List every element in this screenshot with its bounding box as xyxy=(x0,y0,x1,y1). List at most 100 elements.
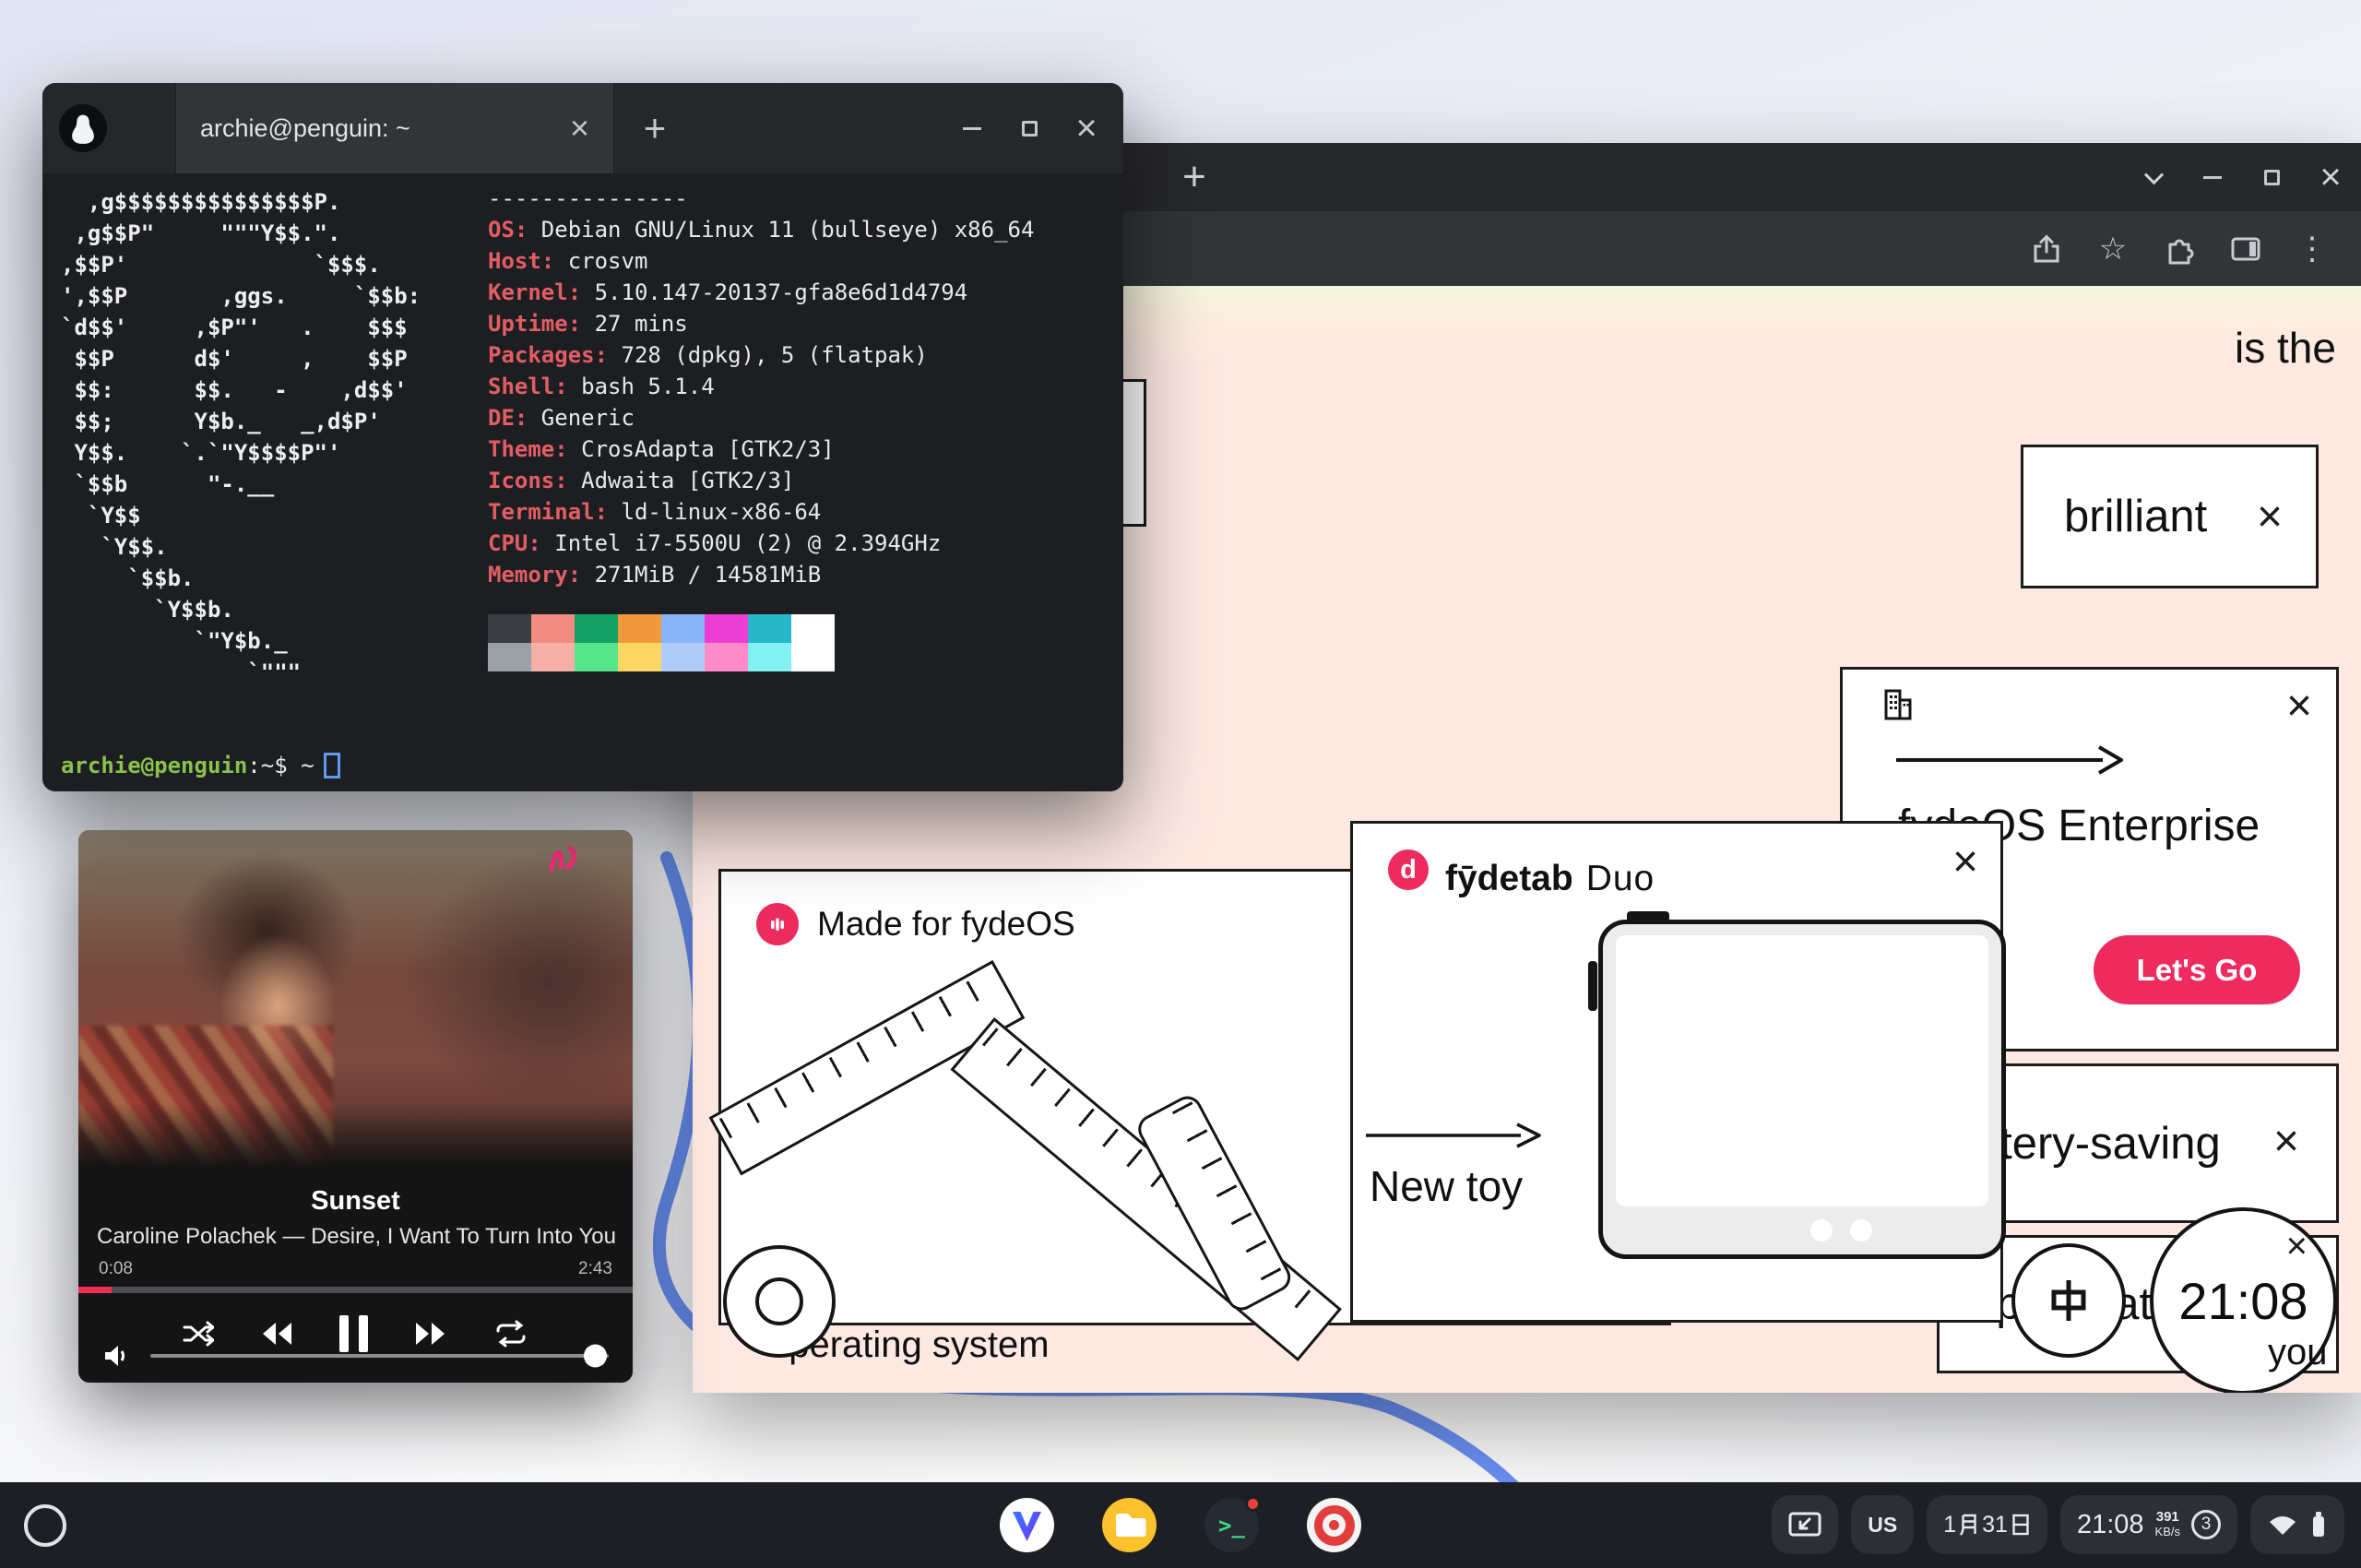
ruler-illustration xyxy=(950,1017,1341,1361)
close-icon[interactable]: × xyxy=(2273,1120,2299,1164)
fydetab-model: Duo xyxy=(1586,859,1655,899)
terminal-tab-title: archie@penguin: ~ xyxy=(200,114,555,143)
right-arrow-icon xyxy=(1894,742,2127,778)
screen-capture-icon xyxy=(1788,1511,1821,1538)
new-tab-button[interactable]: + xyxy=(1165,143,1224,211)
tab-search-button[interactable] xyxy=(2136,151,2171,203)
brilliant-card: brilliant × xyxy=(2021,445,2319,588)
clock-time: 21:08 xyxy=(2178,1271,2308,1331)
neofetch-info: ---------------OS: Debian GNU/Linux 11 (… xyxy=(488,183,1034,590)
vinyl-record-icon xyxy=(1314,1505,1355,1546)
lets-go-button[interactable]: Let's Go xyxy=(2094,935,2300,1004)
prompt-typed-text: ~ xyxy=(301,753,314,778)
wifi-icon xyxy=(2267,1512,2298,1538)
screen-capture-button[interactable] xyxy=(1772,1495,1838,1554)
taskbar-item-fydeos-browser[interactable] xyxy=(1000,1498,1054,1552)
close-icon[interactable]: × xyxy=(2286,684,2312,729)
volume-slider[interactable] xyxy=(150,1354,609,1358)
close-icon[interactable]: × xyxy=(2286,1228,2308,1265)
volume-icon[interactable] xyxy=(102,1344,130,1368)
browser-minimize-button[interactable] xyxy=(2195,151,2230,203)
terminal-maximize-button[interactable] xyxy=(1011,102,1048,154)
music-player: Sunset Caroline Polachek — Desire, I Wan… xyxy=(78,830,633,1383)
date-month-number: 1 xyxy=(1943,1512,1956,1538)
browser-menu-icon[interactable]: ⋮ xyxy=(2295,232,2330,267)
album-art xyxy=(78,830,633,1168)
headline-fragment: is the xyxy=(2235,323,2336,373)
extensions-icon[interactable] xyxy=(2162,232,2197,267)
player-progress-fill xyxy=(78,1287,112,1293)
terminal-close-button[interactable]: × xyxy=(1068,102,1105,154)
browser-close-button[interactable]: × xyxy=(2313,151,2348,203)
headline-fragment: you xyxy=(2268,1332,2328,1373)
taskbar: >_ US 1 31 xyxy=(0,1482,2361,1568)
fydeos-browser-icon xyxy=(1000,1498,1054,1552)
track-artist-album: Caroline Polachek — Desire, I Want To Tu… xyxy=(78,1224,633,1250)
terminal-title-bar: archie@penguin: ~ × + × xyxy=(42,83,1123,173)
new-toy-label: New toy xyxy=(1370,1161,1523,1211)
album-art-texture xyxy=(78,1026,333,1168)
neofetch-field: Shell: bash 5.1.4 xyxy=(488,371,1034,402)
close-icon[interactable]: × xyxy=(2257,495,2283,540)
terminal-palette xyxy=(488,614,835,671)
battery-icon xyxy=(2309,1510,2328,1539)
terminal-output[interactable]: ,g$$$$$$$$$$$$$$$P. ,g$$P" """Y$$.". ,$$… xyxy=(42,173,1123,791)
keyboard-layout-button[interactable]: US xyxy=(1851,1495,1914,1554)
day-kanji-icon xyxy=(2011,1513,2031,1537)
close-icon[interactable]: × xyxy=(1952,840,1978,885)
made-for-fydeos-title: Made for fydeOS xyxy=(817,905,1075,944)
taskbar-item-files[interactable] xyxy=(1102,1498,1157,1552)
neofetch-field: Kernel: 5.10.147-20137-gfa8e6d1d4794 xyxy=(488,277,1034,308)
album-art-sticker xyxy=(544,839,585,880)
network-power-button[interactable] xyxy=(2250,1495,2344,1554)
terminal-cursor xyxy=(324,753,340,778)
wheel-illustration xyxy=(723,1245,836,1358)
total-time: 2:43 xyxy=(578,1259,612,1279)
neofetch-field: Memory: 271MiB / 14581MiB xyxy=(488,559,1034,590)
folder-icon xyxy=(1102,1498,1157,1552)
track-title: Sunset xyxy=(78,1186,633,1217)
volume-knob[interactable] xyxy=(584,1345,607,1368)
terminal-icon: >_ xyxy=(1218,1513,1245,1538)
brilliant-label: brilliant xyxy=(2064,491,2207,542)
terminal-minimize-button[interactable] xyxy=(954,102,991,154)
terminal-tab[interactable]: archie@penguin: ~ × xyxy=(175,83,614,173)
fydetab-logo-icon: d xyxy=(1388,849,1429,890)
neofetch-separator: --------------- xyxy=(488,183,1034,214)
status-area-button[interactable]: 21:08 391 KB/s 3 xyxy=(2060,1495,2237,1554)
prompt-path: :~$ xyxy=(247,753,287,778)
notification-count-badge: 3 xyxy=(2191,1510,2221,1539)
neofetch-field: Uptime: 27 mins xyxy=(488,308,1034,339)
terminal-new-tab-button[interactable]: + xyxy=(627,83,682,173)
taskbar-item-terminal[interactable]: >_ xyxy=(1204,1498,1259,1552)
launcher-button[interactable] xyxy=(24,1504,66,1547)
neofetch-field: DE: Generic xyxy=(488,402,1034,434)
taskbar-item-music[interactable] xyxy=(1307,1498,1361,1552)
penguin-icon xyxy=(59,104,107,152)
date-day-number: 31 xyxy=(1982,1512,2008,1538)
desktop: + × ☆ ⋮ is the xyxy=(0,0,2361,1568)
neofetch-field: Packages: 728 (dpkg), 5 (flatpak) xyxy=(488,339,1034,371)
tab-close-icon[interactable]: × xyxy=(570,112,589,145)
bookmark-star-icon[interactable]: ☆ xyxy=(2095,232,2130,267)
fydetab-duo-card: d fȳdetab Duo × New toy xyxy=(1350,821,2003,1323)
neofetch-field: Theme: CrosAdapta [GTK2/3] xyxy=(488,434,1034,465)
browser-maximize-button[interactable] xyxy=(2254,151,2289,203)
status-tray: US 1 31 21:08 391 KB/s 3 xyxy=(1772,1495,2344,1554)
terminal-prompt: archie@penguin:~$ ~ xyxy=(61,753,340,778)
seek-bar[interactable] xyxy=(78,1287,633,1293)
zhong-character-icon xyxy=(2043,1275,2094,1326)
fydeos-logo-icon xyxy=(756,903,799,945)
notification-dot xyxy=(1245,1496,1261,1512)
side-panel-icon[interactable] xyxy=(2228,232,2263,267)
keyboard-layout-label: US xyxy=(1868,1513,1897,1538)
building-icon xyxy=(1880,686,1916,723)
neofetch-field: OS: Debian GNU/Linux 11 (bullseye) x86_6… xyxy=(488,214,1034,245)
prompt-user-host: archie@penguin xyxy=(61,753,247,778)
terminal-window: archie@penguin: ~ × + × ,g$$$$$$$$$$$$$$… xyxy=(42,83,1123,791)
date-button[interactable]: 1 31 xyxy=(1927,1495,2047,1554)
neofetch-ascii-logo: ,g$$$$$$$$$$$$$$$P. ,g$$P" """Y$$.". ,$$… xyxy=(61,186,421,688)
share-icon[interactable] xyxy=(2029,232,2064,267)
neofetch-field: Host: crosvm xyxy=(488,245,1034,277)
month-kanji-icon xyxy=(1959,1513,1979,1537)
